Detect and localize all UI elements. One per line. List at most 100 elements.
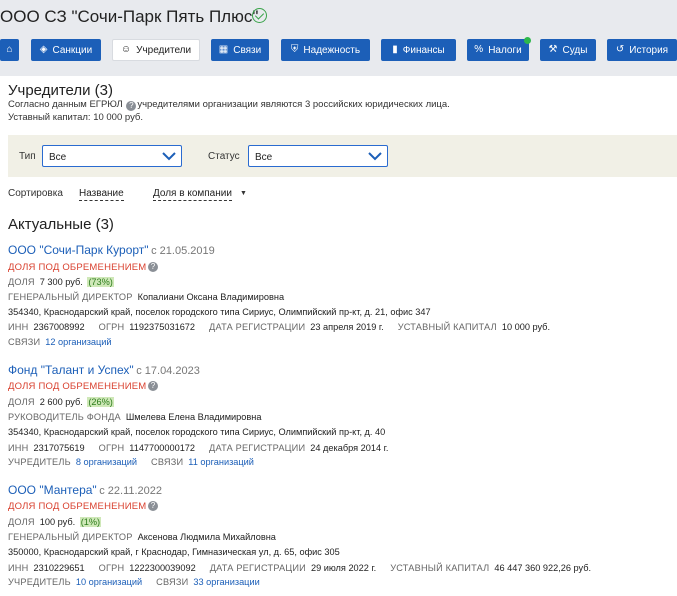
founder-caption: УЧРЕДИТЕЛЬ bbox=[8, 577, 71, 587]
org-name-link[interactable]: ООО "Сочи-Парк Курорт" bbox=[8, 243, 149, 257]
org-address: 350000, Краснодарский край, г Краснодар,… bbox=[8, 547, 340, 557]
help-icon[interactable]: ? bbox=[148, 262, 158, 272]
links-caption: СВЯЗИ bbox=[156, 577, 189, 587]
org-since: с 17.04.2023 bbox=[136, 365, 200, 377]
tab-label: Надежность bbox=[303, 44, 361, 56]
sort-label: Сортировка bbox=[8, 188, 63, 199]
head-row: ГЕНЕРАЛЬНЫЙ ДИРЕКТОР Копалиани Оксана Вла… bbox=[8, 292, 284, 302]
percent-icon: % bbox=[474, 44, 484, 55]
inn-caption: ИНН bbox=[8, 322, 29, 332]
links-link[interactable]: 33 организации bbox=[193, 577, 259, 587]
type-filter-label: Тип bbox=[19, 151, 36, 162]
share-caption: ДОЛЯ bbox=[8, 517, 35, 527]
shield-icon: ⛨ bbox=[290, 44, 299, 55]
tab-sanctions[interactable]: ◈ Санкции bbox=[31, 39, 101, 61]
page-title: Учредители (3) bbox=[8, 82, 114, 99]
chart-icon: ▮ bbox=[392, 44, 398, 55]
share-percent: (1%) bbox=[79, 517, 102, 527]
head-role: РУКОВОДИТЕЛЬ ФОНДА bbox=[8, 412, 121, 422]
tab-label: Учредители bbox=[136, 44, 192, 56]
org-header: ООО "Сочи-Парк Курорт" с 21.05.2019 bbox=[8, 243, 215, 257]
reg-date-value: 24 декабря 2014 г. bbox=[310, 443, 389, 453]
org-name-link[interactable]: ООО "Мантера" bbox=[8, 483, 97, 497]
chevron-down-icon bbox=[162, 152, 176, 161]
capital-caption: УСТАВНЫЙ КАПИТАЛ bbox=[390, 563, 490, 573]
org-address: 354340, Краснодарский край, поселок горо… bbox=[8, 307, 431, 317]
links-caption: СВЯЗИ bbox=[8, 337, 41, 347]
requisites-row: ИНН 2317075619 ОГРН 1147700000172 ДАТА РЕГИС… bbox=[8, 443, 402, 453]
org-header: Фонд "Талант и Успех" с 17.04.2023 bbox=[8, 363, 200, 377]
ogrn-value: 1147700000172 bbox=[129, 443, 196, 453]
company-title: ООО СЗ "Сочи-Парк Пять Плюс" bbox=[0, 7, 259, 26]
share-value: 7 300 руб. bbox=[39, 277, 83, 287]
reg-date-caption: ДАТА РЕГИСТРАЦИИ bbox=[209, 322, 306, 332]
tab-label: История bbox=[629, 44, 669, 56]
ogrn-caption: ОГРН bbox=[98, 322, 125, 332]
sort-by-name[interactable]: Название bbox=[79, 188, 124, 201]
ogrn-value: 1222300039092 bbox=[129, 563, 196, 573]
help-icon[interactable]: ? bbox=[126, 101, 137, 111]
share-row: ДОЛЯ 2 600 руб. (26%) bbox=[8, 397, 114, 407]
share-value: 2 600 руб. bbox=[39, 397, 83, 407]
ogrn-caption: ОГРН bbox=[98, 443, 125, 453]
tab-home[interactable]: ⌂ bbox=[0, 39, 19, 61]
desc-suffix: учредителями организации являются 3 росс… bbox=[137, 99, 450, 110]
tab-links[interactable]: ▦ Связи bbox=[211, 39, 269, 61]
share-percent: (26%) bbox=[87, 397, 114, 407]
share-caption: ДОЛЯ bbox=[8, 277, 35, 287]
globe-icon: ◈ bbox=[39, 44, 48, 55]
tab-history[interactable]: ↺ История bbox=[607, 39, 677, 61]
network-icon: ▦ bbox=[218, 44, 229, 55]
links-row: УЧРЕДИТЕЛЬ 10 организаций СВЯЗИ 33 организа… bbox=[8, 577, 274, 587]
pledge-label: ДОЛЯ ПОД ОБРЕМЕНЕНИЕМ bbox=[8, 501, 147, 512]
status-select-value: Все bbox=[255, 152, 273, 163]
tab-label: Санкции bbox=[52, 44, 93, 56]
tab-founders[interactable]: ☺ Учредители bbox=[112, 39, 200, 61]
sort-by-share[interactable]: Доля в компании bbox=[153, 188, 232, 201]
tab-courts[interactable]: ⚒ Суды bbox=[540, 39, 596, 61]
desc-prefix: Согласно данным ЕГРЮЛ bbox=[8, 99, 123, 110]
ogrn-caption: ОГРН bbox=[98, 563, 125, 573]
share-row: ДОЛЯ 7 300 руб. (73%) bbox=[8, 277, 114, 287]
share-row: ДОЛЯ 100 руб. (1%) bbox=[8, 517, 102, 527]
status-select[interactable]: Все bbox=[248, 145, 388, 167]
tab-finance[interactable]: ▮ Финансы bbox=[381, 39, 456, 61]
founder-caption: УЧРЕДИТЕЛЬ bbox=[8, 457, 71, 467]
status-filter-label: Статус bbox=[208, 151, 240, 162]
share-percent: (73%) bbox=[87, 277, 114, 287]
founder-link[interactable]: 8 организаций bbox=[76, 457, 137, 467]
capital-caption: УСТАВНЫЙ КАПИТАЛ bbox=[397, 322, 497, 332]
head-name: Шмелева Елена Владимировна bbox=[125, 412, 262, 422]
reg-date-value: 23 апреля 2019 г. bbox=[310, 322, 384, 332]
tab-reliability[interactable]: ⛨ Надежность bbox=[281, 39, 370, 61]
inn-value: 2367008992 bbox=[33, 322, 85, 332]
requisites-row: ИНН 2310229651 ОГРН 1222300039092 ДАТА РЕГИС… bbox=[8, 563, 605, 573]
links-link[interactable]: 11 организаций bbox=[188, 457, 254, 467]
org-address: 354340, Краснодарский край, поселок горо… bbox=[8, 427, 386, 437]
tab-label: Связи bbox=[233, 44, 262, 56]
users-icon: ☺ bbox=[120, 44, 132, 55]
inn-value: 2317075619 bbox=[33, 443, 85, 453]
chevron-down-icon bbox=[368, 152, 382, 161]
check-circle-icon bbox=[252, 8, 267, 23]
help-icon[interactable]: ? bbox=[148, 381, 158, 391]
links-link[interactable]: 12 организаций bbox=[45, 337, 111, 347]
type-select[interactable]: Все bbox=[42, 145, 182, 167]
head-row: ГЕНЕРАЛЬНЫЙ ДИРЕКТОР Аксенова Людмила Мих… bbox=[8, 532, 276, 542]
gavel-icon: ⚒ bbox=[548, 44, 558, 55]
notification-dot bbox=[524, 37, 531, 44]
tab-label: Налоги bbox=[488, 44, 522, 56]
inn-caption: ИНН bbox=[8, 443, 29, 453]
founder-link[interactable]: 10 организаций bbox=[76, 577, 142, 587]
pledge-label: ДОЛЯ ПОД ОБРЕМЕНЕНИЕМ bbox=[8, 381, 147, 392]
links-row: СВЯЗИ 12 организаций bbox=[8, 337, 126, 347]
head-name: Копалиани Оксана Владимировна bbox=[137, 292, 285, 302]
tab-taxes[interactable]: % Налоги bbox=[467, 39, 529, 61]
authorized-capital: Уставный капитал: 10 000 руб. bbox=[8, 112, 144, 123]
help-icon[interactable]: ? bbox=[148, 501, 158, 511]
org-since: с 21.05.2019 bbox=[151, 245, 215, 257]
org-header: ООО "Мантера" с 22.11.2022 bbox=[8, 483, 162, 497]
head-role: ГЕНЕРАЛЬНЫЙ ДИРЕКТОР bbox=[8, 532, 133, 542]
org-name-link[interactable]: Фонд "Талант и Успех" bbox=[8, 363, 134, 377]
links-row: УЧРЕДИТЕЛЬ 8 организаций СВЯЗИ 11 организац… bbox=[8, 457, 268, 467]
